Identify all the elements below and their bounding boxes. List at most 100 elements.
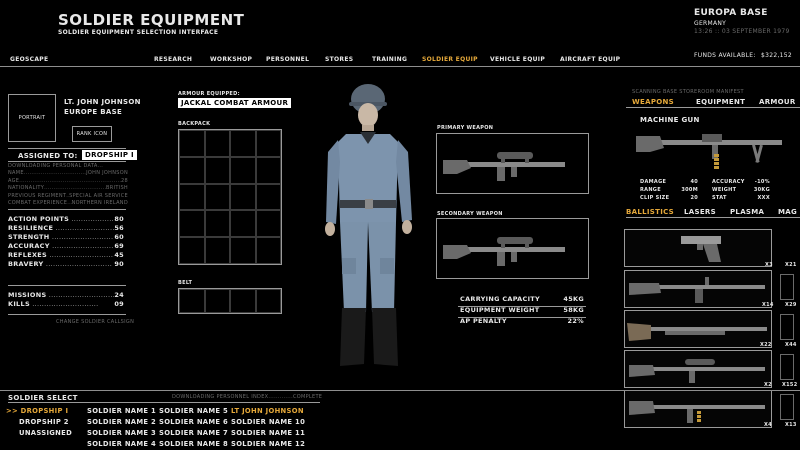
weapon-stat: RANGE 300M xyxy=(640,187,698,193)
capacity-value: 22% xyxy=(567,317,584,325)
change-callsign-link[interactable]: CHANGE SOLDIER CALLSIGN xyxy=(56,319,134,325)
backpack-slot[interactable] xyxy=(255,130,281,157)
tab-weapons[interactable]: WEAPONS xyxy=(632,98,674,106)
primary-weapon-slot[interactable] xyxy=(436,133,589,194)
backpack-slot[interactable] xyxy=(255,237,281,264)
group-unassigned[interactable]: UNASSIGNED xyxy=(19,429,72,437)
backpack-grid[interactable] xyxy=(178,129,282,265)
weapon-stat-label: ACCURACY xyxy=(712,179,745,185)
belt-slot[interactable] xyxy=(179,289,205,313)
category-tabs: WEAPONS EQUIPMENT ARMOUR xyxy=(626,95,800,108)
nav-research[interactable]: RESEARCH xyxy=(154,56,192,63)
weapon-stat-value: 20 xyxy=(690,195,698,201)
divider xyxy=(0,390,800,391)
divider xyxy=(8,314,126,315)
soldier-list-item[interactable]: SOLDIER NAME 10 xyxy=(231,418,305,426)
backpack-slot[interactable] xyxy=(204,156,230,184)
stat-label: BRAVERY xyxy=(8,260,44,269)
belt-label: BELT xyxy=(178,280,193,286)
inventory-item[interactable] xyxy=(624,310,772,348)
soldier-list-item[interactable]: SOLDIER NAME 8 xyxy=(159,440,228,448)
tab-ballistics[interactable]: BALLISTICS xyxy=(626,208,674,216)
shotgun-icon xyxy=(627,323,767,341)
personal-data-key: DOWNLOADING PERSONAL DATA... xyxy=(8,163,104,169)
soldier-list-item[interactable]: SOLDIER NAME 6 xyxy=(159,418,228,426)
weapon-stat-value: 300M xyxy=(681,187,698,193)
backpack-slot[interactable] xyxy=(204,130,230,157)
nav-stores[interactable]: STORES xyxy=(325,56,353,63)
belt-slot[interactable] xyxy=(255,289,281,313)
soldier-list-item[interactable]: SOLDIER NAME 1 xyxy=(87,407,156,415)
ammo-magazine-icon xyxy=(780,394,794,420)
personal-data-row: COMBAT EXPERIENCE..........NORTHERN IREL… xyxy=(8,199,128,206)
inventory-item[interactable] xyxy=(624,270,772,308)
stat-value: 80 xyxy=(114,215,124,223)
soldier-list-item[interactable]: SOLDIER NAME 3 xyxy=(87,429,156,437)
backpack-slot[interactable] xyxy=(204,183,230,211)
stat-label: REFLEXES xyxy=(8,251,48,260)
inventory-item[interactable] xyxy=(624,390,772,428)
backpack-slot[interactable] xyxy=(255,156,281,184)
inventory-item[interactable] xyxy=(624,350,772,388)
backpack-slot[interactable] xyxy=(179,237,205,264)
inventory-item[interactable] xyxy=(624,229,772,267)
belt-slot[interactable] xyxy=(230,289,256,313)
sniper-rifle-icon xyxy=(629,359,765,383)
soldier-list-item[interactable]: SOLDIER NAME 7 xyxy=(159,429,228,437)
nav-geoscape[interactable]: GEOSCAPE xyxy=(10,56,48,63)
soldier-list-item[interactable]: SOLDIER NAME 4 xyxy=(87,440,156,448)
backpack-slot[interactable] xyxy=(230,210,256,238)
nav-personnel[interactable]: PERSONNEL xyxy=(266,56,309,63)
backpack-slot[interactable] xyxy=(230,156,256,184)
backpack-slot[interactable] xyxy=(204,237,230,264)
backpack-slot[interactable] xyxy=(230,183,256,211)
group-dropship-2[interactable]: DROPSHIP 2 xyxy=(19,418,69,426)
soldier-figure xyxy=(325,84,412,366)
weapon-stat: CLIP SIZE 20 xyxy=(640,195,698,201)
backpack-slot[interactable] xyxy=(179,183,205,211)
nav-workshop[interactable]: WORKSHOP xyxy=(210,56,252,63)
tab-lasers[interactable]: LASERS xyxy=(684,208,716,216)
tab-mag[interactable]: MAG xyxy=(778,208,797,216)
soldier-list-item[interactable]: SOLDIER NAME 2 xyxy=(87,418,156,426)
capacity-label: CARRYING CAPACITY xyxy=(460,295,541,303)
stat-label: RESILIENCE xyxy=(8,224,54,233)
page-subtitle: SOLDIER EQUIPMENT SELECTION INTERFACE xyxy=(58,29,219,36)
weapon-stat-value: 40 xyxy=(690,179,698,185)
nav-training[interactable]: TRAINING xyxy=(372,56,407,63)
soldier-list-item-selected[interactable]: LT JOHN JOHNSON xyxy=(231,407,304,415)
belt-slot[interactable] xyxy=(204,289,230,313)
secondary-weapon-slot[interactable] xyxy=(436,218,589,279)
stat-value: 69 xyxy=(114,242,124,251)
stat-value: 60 xyxy=(114,233,124,242)
nav-soldier-equip[interactable]: SOLDIER EQUIP xyxy=(422,56,478,63)
stat-row: ACCURACY ............................ 69 xyxy=(8,242,124,251)
soldier-record: MISSIONS ............................ 24 … xyxy=(8,291,124,309)
nav-aircraft-equip[interactable]: AIRCRAFT EQUIP xyxy=(560,56,620,63)
backpack-slot[interactable] xyxy=(230,130,256,157)
assigned-dropdown[interactable]: DROPSHIP I xyxy=(82,150,137,160)
divider xyxy=(8,209,126,210)
personal-data-value: 28 xyxy=(121,177,128,184)
backpack-slot[interactable] xyxy=(255,210,281,238)
backpack-slot[interactable] xyxy=(179,210,205,238)
backpack-slot[interactable] xyxy=(255,183,281,211)
selected-weapon-name: MACHINE GUN xyxy=(640,116,700,124)
tab-armour[interactable]: ARMOUR xyxy=(759,98,796,106)
backpack-slot[interactable] xyxy=(179,156,205,184)
backpack-slot[interactable] xyxy=(204,210,230,238)
armour-dropdown[interactable]: JACKAL COMBAT ARMOUR xyxy=(178,98,292,108)
weapon-stat-label: RANGE xyxy=(640,187,661,193)
stat-row: BRAVERY ............................ 90 xyxy=(8,260,124,269)
belt-grid[interactable] xyxy=(178,288,282,314)
soldier-list-item[interactable]: SOLDIER NAME 5 xyxy=(159,407,228,415)
tab-equipment[interactable]: EQUIPMENT xyxy=(696,98,745,106)
soldier-list-item[interactable]: SOLDIER NAME 11 xyxy=(231,429,305,437)
soldier-list-item[interactable]: SOLDIER NAME 12 xyxy=(231,440,305,448)
nav-vehicle-equip[interactable]: VEHICLE EQUIP xyxy=(490,56,545,63)
backpack-slot[interactable] xyxy=(230,237,256,264)
tab-plasma[interactable]: PLASMA xyxy=(730,208,764,216)
armour-label: ARMOUR EQUIPPED: xyxy=(178,91,240,97)
group-dropship-1[interactable]: >> DROPSHIP I xyxy=(6,407,68,415)
backpack-slot[interactable] xyxy=(179,130,205,157)
